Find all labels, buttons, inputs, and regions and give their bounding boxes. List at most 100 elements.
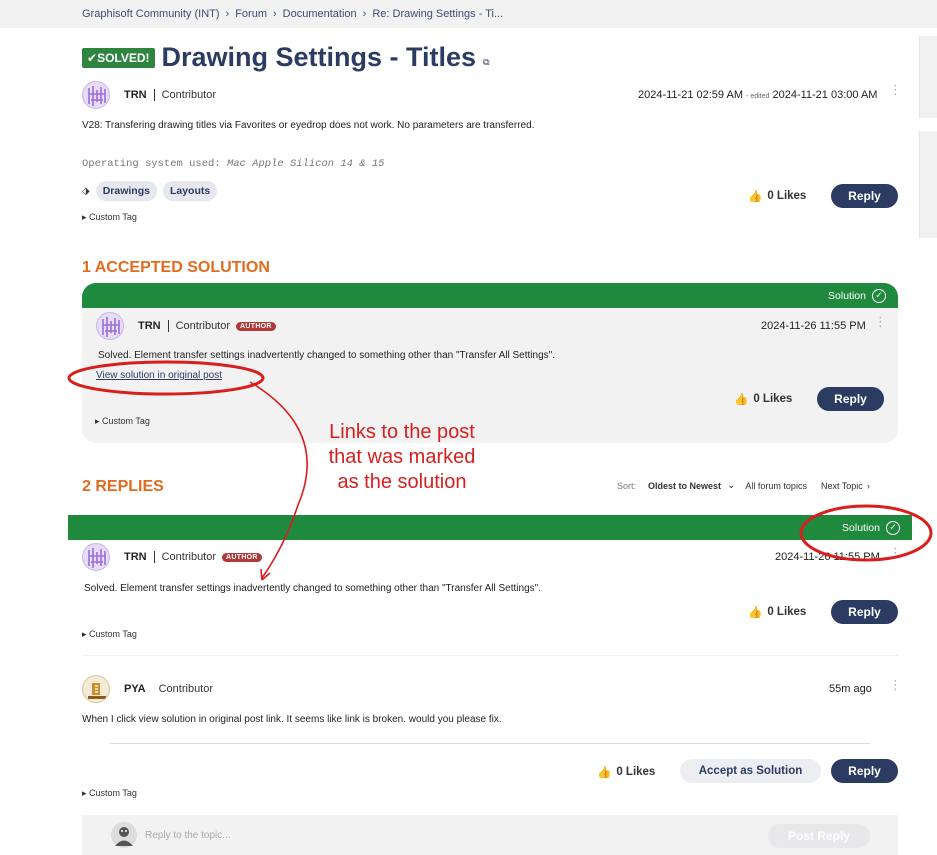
- tag-list: ⬗ Drawings Layouts: [82, 181, 218, 201]
- likes-button[interactable]: 👍 0 Likes: [748, 605, 806, 619]
- annotation-line: Links to the post: [329, 421, 475, 443]
- thumbs-up-icon: 👍: [734, 394, 749, 406]
- solution-label: Solution: [828, 289, 866, 302]
- custom-tag-label: Custom Tag: [89, 212, 137, 222]
- edited-label: - edited: [746, 93, 770, 100]
- kebab-menu-icon[interactable]: ⋮: [889, 546, 902, 559]
- annotation-text: Links to the post that was marked as the…: [302, 420, 502, 495]
- author-name[interactable]: TRN: [138, 320, 161, 332]
- os-label: Operating system used:: [82, 158, 221, 170]
- thumbs-up-icon: 👍: [748, 607, 763, 619]
- view-solution-link[interactable]: View solution in original post: [96, 370, 222, 381]
- reply-button[interactable]: Reply: [831, 184, 898, 208]
- author-badge: AUTHOR: [222, 552, 262, 562]
- reply-button[interactable]: Reply: [831, 600, 898, 624]
- check-circle-icon: ✓: [872, 288, 886, 303]
- breadcrumb-link-forum[interactable]: Forum: [235, 8, 267, 20]
- post-date: 2024-11-26 11:55 PM: [775, 551, 880, 563]
- solution-bar: Solution ✓: [82, 283, 898, 308]
- author-info: TRN Contributor AUTHOR: [124, 551, 262, 563]
- custom-tag-toggle[interactable]: ▸ Custom Tag: [82, 629, 137, 640]
- thumbs-up-icon: 👍: [748, 191, 763, 203]
- solved-badge: ✔SOLVED!: [82, 47, 155, 68]
- solution-label: Solution: [842, 521, 880, 534]
- custom-tag-label: Custom Tag: [89, 788, 137, 798]
- author-name[interactable]: PYA: [124, 683, 146, 695]
- breadcrumb-current: Re: Drawing Settings - Ti...: [372, 8, 504, 20]
- likes-count: 0 Likes: [616, 766, 656, 778]
- check-circle-icon: ✓: [886, 520, 900, 535]
- all-forum-topics-link[interactable]: All forum topics: [745, 481, 807, 491]
- post-date: 2024-11-21 02:59 AM - edited 2024-11-21 …: [638, 89, 877, 101]
- breadcrumb-link-documentation[interactable]: Documentation: [283, 8, 357, 20]
- author-rank: Contributor: [153, 551, 216, 563]
- accepted-solution-heading: 1 ACCEPTED SOLUTION: [82, 259, 270, 276]
- kebab-menu-icon[interactable]: ⋮: [874, 315, 887, 328]
- side-panel-2: [919, 131, 937, 238]
- likes-button[interactable]: 👍 0 Likes: [748, 189, 806, 203]
- annotation-line: that was marked: [328, 446, 476, 468]
- tag-drawings[interactable]: Drawings: [95, 181, 157, 201]
- solution-bar: Solution ✓: [68, 515, 912, 540]
- author-name[interactable]: TRN: [124, 551, 147, 563]
- posted-date: 2024-11-21 02:59 AM: [638, 89, 743, 101]
- arrowhead-icon: [260, 568, 271, 581]
- custom-tag-toggle[interactable]: ▸ Custom Tag: [82, 212, 137, 223]
- author-info: TRN Contributor AUTHOR: [138, 320, 276, 332]
- likes-count: 0 Likes: [767, 190, 807, 202]
- breadcrumb-link-community[interactable]: Graphisoft Community (INT): [82, 8, 220, 20]
- author-name[interactable]: TRN: [124, 89, 147, 101]
- chevron-right-icon[interactable]: ›: [867, 481, 870, 491]
- breadcrumb: Graphisoft Community (INT) › Forum › Documen…: [0, 0, 937, 28]
- avatar[interactable]: [82, 543, 110, 571]
- solved-badge-label: SOLVED!: [97, 50, 150, 65]
- reply-button[interactable]: Reply: [831, 759, 898, 783]
- custom-tag-label: Custom Tag: [102, 416, 150, 426]
- author-rank: Contributor: [158, 683, 214, 695]
- accept-as-solution-button[interactable]: Accept as Solution: [680, 759, 821, 783]
- sort-bar: Sort: Oldest to Newest ⌄ All forum topic…: [617, 480, 870, 491]
- kebab-menu-icon[interactable]: ⋮: [889, 678, 902, 691]
- reply-input[interactable]: Reply to the topic...: [145, 830, 231, 841]
- avatar[interactable]: [82, 81, 110, 109]
- chevron-right-icon: ›: [272, 8, 277, 20]
- sort-select[interactable]: Oldest to Newest: [648, 481, 721, 491]
- side-panel-1: [919, 36, 937, 118]
- title-row: ✔SOLVED! Drawing Settings - Titles ⧉: [82, 42, 490, 73]
- post-body: V28: Transfering drawing titles via Favo…: [82, 120, 535, 131]
- reply-button[interactable]: Reply: [817, 387, 884, 411]
- accepted-solution-box: Solution ✓: [82, 283, 898, 443]
- divider: [82, 655, 898, 656]
- tag-icon: ⬗: [82, 185, 90, 197]
- kebab-menu-icon[interactable]: ⋮: [889, 83, 902, 96]
- custom-tag-label: Custom Tag: [89, 629, 137, 639]
- likes-count: 0 Likes: [753, 393, 793, 405]
- thumbs-up-icon: 👍: [597, 767, 612, 779]
- chevron-down-icon[interactable]: ⌄: [727, 480, 735, 491]
- replies-heading: 2 REPLIES: [82, 478, 164, 495]
- copy-link-icon[interactable]: ⧉: [483, 57, 489, 68]
- post-date: 2024-11-26 11:55 PM: [761, 320, 866, 332]
- reply-body: Solved. Element transfer settings inadve…: [84, 583, 541, 594]
- custom-tag-toggle[interactable]: ▸ Custom Tag: [82, 788, 137, 799]
- chevron-right-icon: ›: [225, 8, 230, 20]
- next-topic-link[interactable]: Next Topic: [821, 481, 863, 491]
- post-date: 55m ago: [829, 683, 872, 695]
- author-badge: AUTHOR: [236, 321, 276, 331]
- custom-tag-toggle[interactable]: ▸ Custom Tag: [95, 416, 150, 427]
- solution-body: Solved. Element transfer settings inadve…: [98, 350, 555, 361]
- avatar: [111, 822, 137, 848]
- author-rank: Contributor: [153, 89, 216, 101]
- edited-date: 2024-11-21 03:00 AM: [772, 89, 878, 101]
- tag-layouts[interactable]: Layouts: [162, 181, 218, 201]
- author-info: TRN Contributor: [124, 89, 216, 101]
- likes-button[interactable]: 👍 0 Likes: [734, 392, 792, 406]
- reply-body: When I click view solution in original p…: [82, 714, 502, 725]
- likes-count: 0 Likes: [767, 606, 807, 618]
- avatar[interactable]: [82, 675, 110, 703]
- post-reply-button[interactable]: Post Reply: [768, 824, 870, 848]
- chevron-right-icon: ›: [362, 8, 367, 20]
- likes-button[interactable]: 👍 0 Likes: [597, 765, 655, 779]
- avatar[interactable]: [96, 312, 124, 340]
- divider: [110, 743, 870, 744]
